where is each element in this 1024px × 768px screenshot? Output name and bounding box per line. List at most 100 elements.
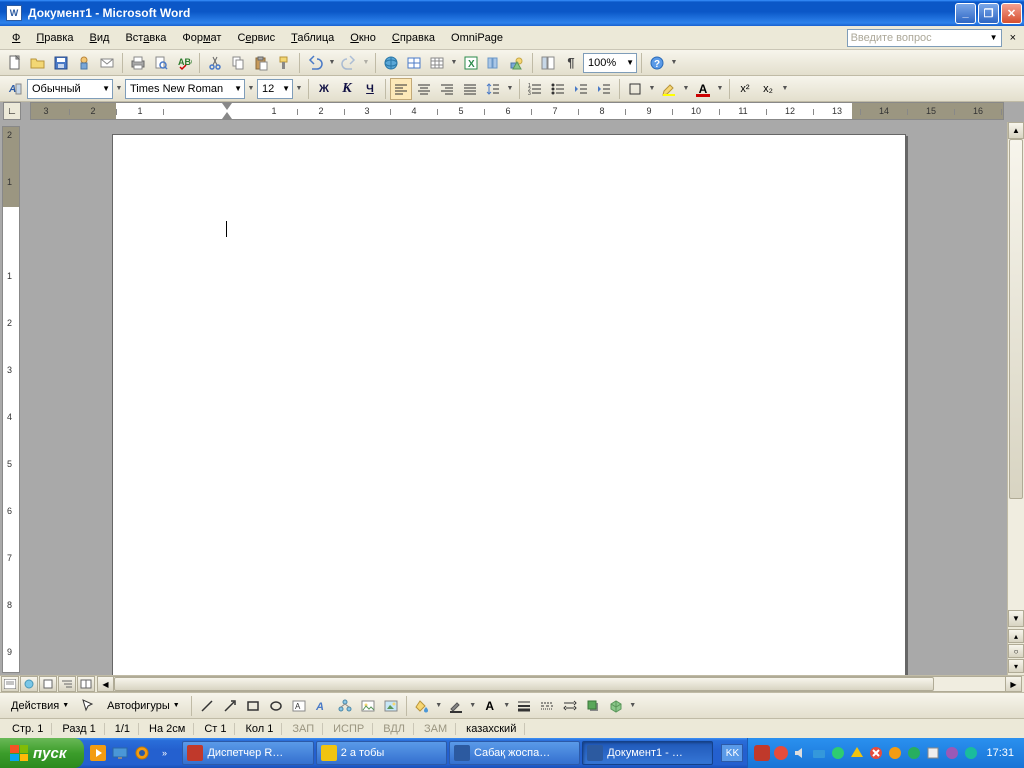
help-search-box[interactable]: Введите вопрос ▼ (847, 29, 1002, 47)
taskbar-item[interactable]: Сабақ жоспа… (449, 741, 580, 765)
tray-icon[interactable] (811, 745, 827, 761)
tray-icon[interactable] (868, 745, 884, 761)
decrease-indent-button[interactable] (570, 78, 592, 100)
italic-button[interactable]: К (336, 78, 358, 100)
next-page-button[interactable]: ▾ (1008, 659, 1024, 673)
arrow-tool-button[interactable] (219, 695, 241, 717)
hanging-indent-marker[interactable] (222, 112, 232, 119)
scroll-down-button[interactable]: ▼ (1008, 610, 1024, 627)
hscroll-track[interactable] (114, 677, 1005, 691)
vertical-ruler[interactable]: 211234567891011 (2, 126, 20, 673)
status-ext[interactable]: ВДЛ (375, 723, 414, 735)
justify-button[interactable] (459, 78, 481, 100)
menu-tools[interactable]: Сервис (229, 29, 283, 47)
align-center-button[interactable] (413, 78, 435, 100)
underline-button[interactable]: Ч (359, 78, 381, 100)
hscroll-left-button[interactable]: ◀ (98, 677, 114, 691)
minimize-button[interactable]: _ (955, 3, 976, 24)
docmap-button[interactable] (537, 52, 559, 74)
font-color-draw-dropdown[interactable]: ▼ (502, 702, 512, 709)
font-color-draw-button[interactable]: A (479, 695, 501, 717)
line-color-button[interactable] (445, 695, 467, 717)
tray-icon[interactable] (906, 745, 922, 761)
print-preview-button[interactable] (150, 52, 172, 74)
menu-window[interactable]: Окно (342, 29, 384, 47)
draw-toolbar-options[interactable]: ▼ (628, 702, 638, 709)
normal-view-button[interactable] (1, 676, 19, 692)
web-view-button[interactable] (20, 676, 38, 692)
tray-icon[interactable] (773, 745, 789, 761)
menu-format[interactable]: Формат (174, 29, 229, 47)
line-spacing-button[interactable] (482, 78, 504, 100)
superscript-button[interactable]: x² (734, 78, 756, 100)
open-button[interactable] (27, 52, 49, 74)
status-rec[interactable]: ЗАП (284, 723, 323, 735)
vscroll-thumb[interactable] (1009, 139, 1023, 499)
diagram-button[interactable] (334, 695, 356, 717)
show-hide-button[interactable]: ¶ (560, 52, 582, 74)
reading-view-button[interactable] (77, 676, 95, 692)
font-color-dropdown[interactable]: ▼ (715, 85, 725, 92)
line-style-button[interactable] (513, 695, 535, 717)
document-page[interactable] (112, 134, 906, 675)
clock[interactable]: 17:31 (982, 747, 1018, 759)
help-button[interactable]: ? (646, 52, 668, 74)
help-close-button[interactable]: × (1006, 32, 1020, 44)
size-dropdown-extra[interactable]: ▼ (294, 85, 304, 92)
3d-button[interactable] (605, 695, 627, 717)
border-dropdown[interactable]: ▼ (647, 85, 657, 92)
format-painter-button[interactable] (273, 52, 295, 74)
status-ovr[interactable]: ЗАМ (416, 723, 456, 735)
bold-button[interactable]: Ж (313, 78, 335, 100)
indent-marker[interactable] (222, 103, 232, 110)
align-left-button[interactable] (390, 78, 412, 100)
line-color-dropdown[interactable]: ▼ (468, 702, 478, 709)
subscript-button[interactable]: x₂ (757, 78, 779, 100)
tray-icon[interactable] (887, 745, 903, 761)
taskbar-item[interactable]: Диспетчер R… (182, 741, 313, 765)
menu-insert[interactable]: Вставка (117, 29, 174, 47)
increase-indent-button[interactable] (593, 78, 615, 100)
tray-icon[interactable] (944, 745, 960, 761)
permission-button[interactable] (73, 52, 95, 74)
font-dropdown-extra[interactable]: ▼ (246, 85, 256, 92)
horizontal-ruler[interactable]: 3211234567891011121314151617 (30, 102, 1004, 120)
bullets-button[interactable] (547, 78, 569, 100)
ql-media-icon[interactable] (88, 742, 108, 764)
email-button[interactable] (96, 52, 118, 74)
shadow-button[interactable] (582, 695, 604, 717)
style-dropdown-extra[interactable]: ▼ (114, 85, 124, 92)
arrow-style-button[interactable] (559, 695, 581, 717)
document-viewport[interactable] (22, 122, 1007, 675)
tray-icon[interactable] (963, 745, 979, 761)
scroll-up-button[interactable]: ▲ (1008, 122, 1024, 139)
undo-dropdown[interactable]: ▼ (327, 59, 337, 66)
copy-button[interactable] (227, 52, 249, 74)
excel-button[interactable]: X (460, 52, 482, 74)
highlight-button[interactable] (658, 78, 680, 100)
insert-picture-button[interactable] (380, 695, 402, 717)
hyperlink-button[interactable] (380, 52, 402, 74)
clipart-button[interactable] (357, 695, 379, 717)
toolbar-options-dropdown[interactable]: ▼ (669, 59, 679, 66)
font-combo[interactable]: Times New Roman▼ (125, 79, 245, 99)
fmt-toolbar-options[interactable]: ▼ (780, 85, 790, 92)
styles-pane-button[interactable]: A (4, 78, 26, 100)
tray-icon[interactable] (830, 745, 846, 761)
browse-object-button[interactable]: ○ (1008, 644, 1024, 658)
ql-desktop-icon[interactable] (110, 742, 130, 764)
menu-help[interactable]: Справка (384, 29, 443, 47)
fill-color-button[interactable] (411, 695, 433, 717)
select-objects-button[interactable] (77, 695, 99, 717)
cut-button[interactable] (204, 52, 226, 74)
autoshapes-button[interactable]: Автофигуры▼ (100, 695, 187, 717)
dash-style-button[interactable] (536, 695, 558, 717)
ql-expand-icon[interactable]: » (154, 742, 174, 764)
draw-actions-button[interactable]: Действия▼ (4, 695, 76, 717)
wordart-button[interactable]: A (311, 695, 333, 717)
hscroll-right-button[interactable]: ▶ (1005, 677, 1021, 691)
rectangle-tool-button[interactable] (242, 695, 264, 717)
tables-borders-button[interactable] (403, 52, 425, 74)
redo-dropdown[interactable]: ▼ (361, 59, 371, 66)
vscroll-track[interactable] (1008, 139, 1024, 610)
